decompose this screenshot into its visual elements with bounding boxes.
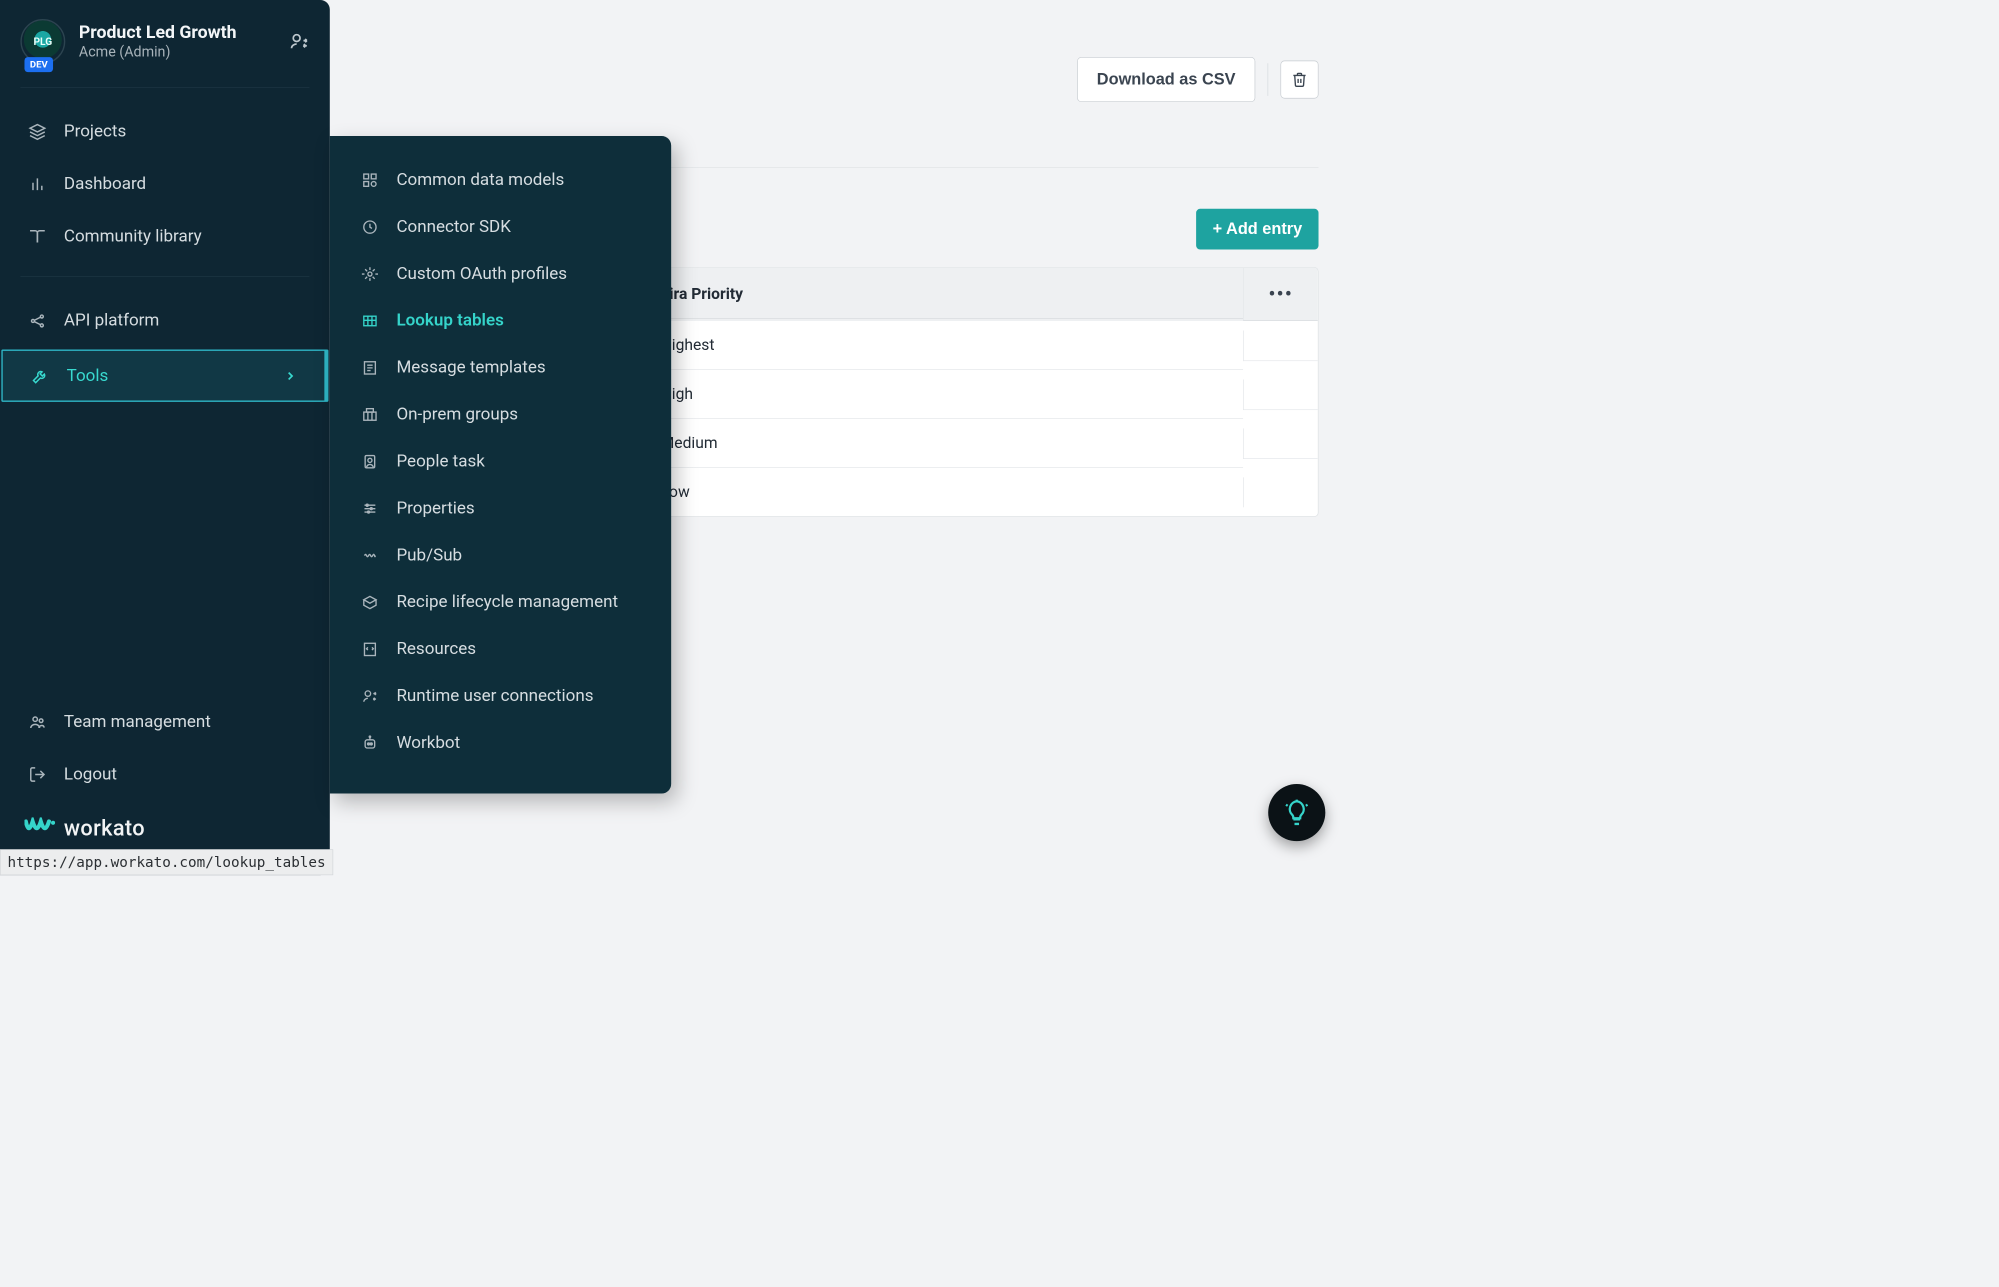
bar-chart-icon — [27, 175, 47, 193]
tools-item-resources[interactable]: Resources — [330, 626, 671, 673]
sidebar-item-community[interactable]: Community library — [0, 211, 330, 261]
divider — [1268, 63, 1269, 96]
divider — [20, 276, 309, 277]
sidebar-item-label: Community library — [64, 226, 202, 246]
workspace-avatar[interactable]: PLG DEV — [20, 19, 65, 64]
tools-item-runtime-user-connections[interactable]: Runtime user connections — [330, 673, 671, 720]
tool-icon — [360, 266, 380, 282]
switch-workspace-icon[interactable] — [289, 31, 309, 51]
users-icon — [27, 713, 47, 731]
row-actions[interactable] — [1243, 428, 1318, 459]
cell: Low — [642, 468, 1243, 516]
tools-item-common-data-models[interactable]: Common data models — [330, 156, 671, 203]
share-icon — [27, 312, 47, 330]
workato-logo-icon — [24, 817, 55, 839]
sidebar-item-label: Projects — [64, 122, 126, 142]
sidebar-item-label: Tools — [67, 366, 109, 386]
sidebar-item-projects[interactable]: Projects — [0, 107, 330, 157]
env-badge: DEV — [24, 57, 53, 72]
help-fab[interactable] — [1268, 784, 1325, 841]
tool-icon — [360, 453, 380, 469]
tools-item-workbot[interactable]: Workbot — [330, 719, 671, 766]
add-entry-button[interactable]: + Add entry — [1196, 209, 1318, 250]
tool-icon — [360, 219, 380, 235]
tools-item-label: Pub/Sub — [396, 545, 462, 565]
tools-item-label: Message templates — [396, 358, 545, 378]
divider — [20, 87, 309, 88]
tools-item-label: Runtime user connections — [396, 686, 593, 706]
tools-item-label: Connector SDK — [396, 217, 510, 237]
tool-icon — [360, 735, 380, 751]
tool-icon — [360, 359, 380, 375]
cell: High — [642, 370, 1243, 419]
tools-item-recipe-lifecycle-management[interactable]: Recipe lifecycle management — [330, 579, 671, 626]
tools-item-properties[interactable]: Properties — [330, 485, 671, 532]
logout-icon — [27, 765, 47, 783]
row-actions[interactable] — [1243, 477, 1318, 507]
sidebar-item-label: Team management — [64, 712, 211, 732]
delete-button[interactable] — [1280, 61, 1318, 99]
tools-item-label: Properties — [396, 498, 474, 518]
download-csv-button[interactable]: Download as CSV — [1077, 57, 1255, 102]
tool-icon — [360, 594, 380, 610]
tools-item-label: Workbot — [396, 733, 460, 753]
lightbulb-icon — [1283, 799, 1310, 826]
column-actions[interactable]: ••• — [1243, 268, 1318, 321]
brand-name: workato — [64, 815, 145, 841]
tools-item-label: Lookup tables — [396, 311, 503, 331]
tool-icon — [360, 547, 380, 563]
tool-icon — [360, 406, 380, 422]
sidebar-item-tools[interactable]: Tools — [1, 350, 328, 402]
tools-item-label: Common data models — [396, 170, 564, 190]
tool-icon — [360, 312, 380, 328]
workspace-org: Acme (Admin) — [79, 44, 237, 60]
trash-icon — [1291, 71, 1307, 87]
sidebar-item-api-platform[interactable]: API platform — [0, 296, 330, 346]
more-icon: ••• — [1268, 283, 1293, 305]
tools-item-on-prem-groups[interactable]: On-prem groups — [330, 391, 671, 438]
row-actions[interactable] — [1243, 379, 1318, 410]
tools-submenu: Common data models Connector SDK Custom OA… — [330, 136, 671, 794]
tools-item-custom-oauth-profiles[interactable]: Custom OAuth profiles — [330, 250, 671, 297]
book-icon — [27, 227, 47, 245]
layers-icon — [27, 123, 47, 141]
tools-item-message-templates[interactable]: Message templates — [330, 344, 671, 391]
column-header[interactable]: Jira Priority — [642, 270, 1243, 319]
sidebar-item-dashboard[interactable]: Dashboard — [0, 159, 330, 209]
tools-item-connector-sdk[interactable]: Connector SDK — [330, 203, 671, 250]
sidebar-item-team[interactable]: Team management — [0, 697, 330, 747]
sidebar-item-logout[interactable]: Logout — [0, 749, 330, 799]
cell: Medium — [642, 419, 1243, 468]
cell: Highest — [642, 321, 1243, 370]
workspace-name: Product Led Growth — [79, 22, 237, 42]
wrench-icon — [30, 367, 50, 385]
tools-item-label: On-prem groups — [396, 405, 518, 425]
tool-icon — [360, 500, 380, 516]
sidebar: PLG DEV Product Led Growth Acme (Admin) … — [0, 0, 330, 875]
tool-icon — [360, 641, 380, 657]
tools-item-people-task[interactable]: People task — [330, 438, 671, 485]
tools-item-pub-sub[interactable]: Pub/Sub — [330, 532, 671, 579]
tools-item-label: Custom OAuth profiles — [396, 264, 567, 284]
sidebar-item-label: Dashboard — [64, 174, 146, 194]
brand: workato — [0, 802, 330, 848]
sidebar-item-label: API platform — [64, 311, 159, 331]
tools-item-label: People task — [396, 452, 484, 472]
tools-item-lookup-tables[interactable]: Lookup tables — [330, 297, 671, 344]
tools-item-label: Resources — [396, 639, 476, 659]
tool-icon — [360, 172, 380, 188]
tool-icon — [360, 688, 380, 704]
tools-item-label: Recipe lifecycle management — [396, 592, 618, 612]
row-actions[interactable] — [1243, 330, 1318, 361]
sidebar-item-label: Logout — [64, 764, 117, 784]
sidebar-nav: Projects Dashboard Community library — [0, 99, 330, 270]
chevron-right-icon — [284, 369, 298, 383]
status-url: https://app.workato.com/lookup_tables — [0, 849, 333, 875]
